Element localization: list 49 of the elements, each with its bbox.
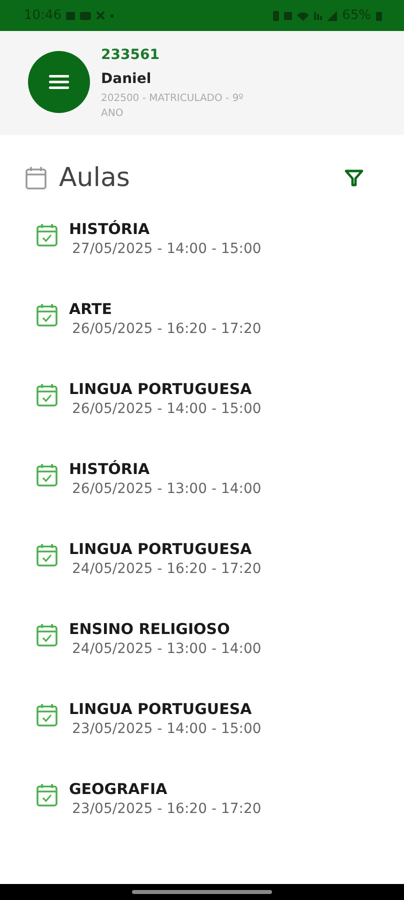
- calendar-check-icon: [36, 303, 58, 327]
- class-item[interactable]: ENSINO RELIGIOSO 24/05/2025 - 13:00 - 14:00: [0, 619, 404, 699]
- class-subject: LINGUA PORTUGUESA: [69, 539, 253, 559]
- calendar-check-icon: [36, 463, 58, 487]
- calendar-check-icon: [36, 543, 58, 567]
- class-subject: ARTE: [69, 299, 113, 319]
- calendar-icon: [25, 166, 47, 190]
- data-icon: [314, 11, 322, 20]
- class-subject: HISTÓRIA: [69, 459, 151, 479]
- student-name: Daniel: [101, 70, 152, 89]
- class-subject: GEOGRAFIA: [69, 779, 168, 799]
- cross-icon: [96, 11, 106, 20]
- class-subject: LINGUA PORTUGUESA: [69, 379, 253, 399]
- class-item[interactable]: LINGUA PORTUGUESA 24/05/2025 - 16:20 - 17:20: [0, 539, 404, 619]
- student-details: 202500 - MATRICULADO - 9º ANO: [101, 92, 244, 121]
- calendar-check-icon: [36, 623, 58, 647]
- class-item[interactable]: ARTE 26/05/2025 - 16:20 - 17:20: [0, 299, 404, 379]
- class-subject: LINGUA PORTUGUESA: [69, 699, 253, 719]
- class-item[interactable]: GEOGRAFIA 23/05/2025 - 16:20 - 17:20: [0, 779, 404, 859]
- class-time: 24/05/2025 - 16:20 - 17:20: [71, 560, 262, 579]
- class-time: 24/05/2025 - 13:00 - 14:00: [71, 640, 262, 659]
- class-time: 26/05/2025 - 14:00 - 15:00: [71, 400, 262, 419]
- wifi-icon: [297, 10, 310, 20]
- menu-icon: [49, 74, 69, 90]
- calendar-check-icon: [36, 703, 58, 727]
- home-handle[interactable]: [132, 890, 272, 894]
- phone-icon: [273, 10, 280, 20]
- image-icon: [66, 12, 76, 20]
- calendar-check-icon: [36, 383, 58, 407]
- class-item[interactable]: LINGUA PORTUGUESA 23/05/2025 - 14:00 - 15:00: [0, 699, 404, 779]
- section-title: Aulas: [59, 163, 130, 193]
- class-time: 23/05/2025 - 16:20 - 17:20: [71, 800, 262, 819]
- class-item[interactable]: LINGUA PORTUGUESA 26/05/2025 - 14:00 - 15:00: [0, 379, 404, 459]
- class-time: 23/05/2025 - 14:00 - 15:00: [71, 720, 262, 739]
- calendar-check-icon: [36, 783, 58, 807]
- dot-icon: [110, 14, 114, 18]
- class-subject: ENSINO RELIGIOSO: [69, 619, 231, 639]
- calendar-check-icon: [36, 223, 58, 247]
- class-time: 26/05/2025 - 16:20 - 17:20: [71, 320, 262, 339]
- student-code: 233561: [101, 46, 160, 65]
- filter-icon: [344, 168, 364, 188]
- battery-icon: [376, 10, 382, 20]
- class-subject: HISTÓRIA: [69, 219, 151, 239]
- class-time: 26/05/2025 - 13:00 - 14:00: [71, 480, 262, 499]
- class-time: 27/05/2025 - 14:00 - 15:00: [71, 240, 262, 259]
- video-icon: [80, 12, 92, 20]
- class-item[interactable]: HISTÓRIA 26/05/2025 - 13:00 - 14:00: [0, 459, 404, 539]
- signal-icon: [327, 10, 338, 20]
- class-item[interactable]: HISTÓRIA 27/05/2025 - 14:00 - 15:00: [0, 219, 404, 299]
